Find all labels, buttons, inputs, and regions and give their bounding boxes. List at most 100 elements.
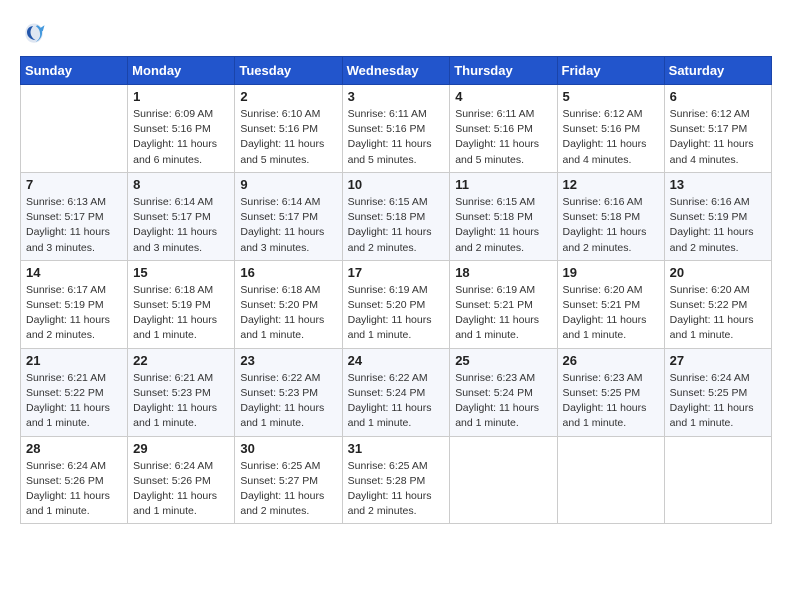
- day-info: Sunrise: 6:19 AMSunset: 5:20 PMDaylight:…: [348, 283, 445, 344]
- day-info: Sunrise: 6:11 AMSunset: 5:16 PMDaylight:…: [455, 107, 551, 168]
- calendar-cell: 28 Sunrise: 6:24 AMSunset: 5:26 PMDayligh…: [21, 436, 128, 524]
- day-number: 5: [563, 89, 659, 104]
- day-number: 30: [240, 441, 336, 456]
- day-number: 28: [26, 441, 122, 456]
- day-number: 18: [455, 265, 551, 280]
- col-header-thursday: Thursday: [450, 57, 557, 85]
- day-number: 26: [563, 353, 659, 368]
- calendar-cell: 10 Sunrise: 6:15 AMSunset: 5:18 PMDayligh…: [342, 172, 450, 260]
- day-info: Sunrise: 6:20 AMSunset: 5:21 PMDaylight:…: [563, 283, 659, 344]
- day-info: Sunrise: 6:19 AMSunset: 5:21 PMDaylight:…: [455, 283, 551, 344]
- day-number: 10: [348, 177, 445, 192]
- day-number: 17: [348, 265, 445, 280]
- calendar-cell: 7 Sunrise: 6:13 AMSunset: 5:17 PMDaylight…: [21, 172, 128, 260]
- day-number: 7: [26, 177, 122, 192]
- calendar-cell: 2Sunrise: 6:10 AMSunset: 5:16 PMDaylight…: [235, 85, 342, 173]
- day-number: 31: [348, 441, 445, 456]
- day-info: Sunrise: 6:13 AMSunset: 5:17 PMDaylight:…: [26, 195, 122, 256]
- calendar-cell: 15Sunrise: 6:18 AMSunset: 5:19 PMDayligh…: [128, 260, 235, 348]
- calendar-cell: 16 Sunrise: 6:18 AMSunset: 5:20 PMDayligh…: [235, 260, 342, 348]
- day-info: Sunrise: 6:23 AMSunset: 5:24 PMDaylight:…: [455, 371, 551, 432]
- calendar-week-row: 14 Sunrise: 6:17 AMSunset: 5:19 PMDayligh…: [21, 260, 772, 348]
- calendar-cell: 14 Sunrise: 6:17 AMSunset: 5:19 PMDayligh…: [21, 260, 128, 348]
- calendar-cell: 5 Sunrise: 6:12 AMSunset: 5:16 PMDaylight…: [557, 85, 664, 173]
- calendar-cell: 1Sunrise: 6:09 AMSunset: 5:16 PMDaylight…: [128, 85, 235, 173]
- calendar-table: SundayMondayTuesdayWednesdayThursdayFrid…: [20, 56, 772, 524]
- day-info: Sunrise: 6:15 AMSunset: 5:18 PMDaylight:…: [455, 195, 551, 256]
- day-info: Sunrise: 6:18 AMSunset: 5:20 PMDaylight:…: [240, 283, 336, 344]
- calendar-week-row: 21 Sunrise: 6:21 AMSunset: 5:22 PMDayligh…: [21, 348, 772, 436]
- calendar-cell: 21 Sunrise: 6:21 AMSunset: 5:22 PMDayligh…: [21, 348, 128, 436]
- day-number: 2: [240, 89, 336, 104]
- day-info: Sunrise: 6:22 AMSunset: 5:23 PMDaylight:…: [240, 371, 336, 432]
- calendar-cell: 6Sunrise: 6:12 AMSunset: 5:17 PMDaylight…: [664, 85, 771, 173]
- calendar-cell: [557, 436, 664, 524]
- day-number: 23: [240, 353, 336, 368]
- day-number: 29: [133, 441, 229, 456]
- day-info: Sunrise: 6:23 AMSunset: 5:25 PMDaylight:…: [563, 371, 659, 432]
- day-number: 14: [26, 265, 122, 280]
- calendar-cell: 19 Sunrise: 6:20 AMSunset: 5:21 PMDayligh…: [557, 260, 664, 348]
- calendar-cell: 9 Sunrise: 6:14 AMSunset: 5:17 PMDaylight…: [235, 172, 342, 260]
- col-header-monday: Monday: [128, 57, 235, 85]
- day-info: Sunrise: 6:24 AMSunset: 5:26 PMDaylight:…: [133, 459, 229, 520]
- calendar-cell: [21, 85, 128, 173]
- day-info: Sunrise: 6:11 AMSunset: 5:16 PMDaylight:…: [348, 107, 445, 168]
- day-info: Sunrise: 6:15 AMSunset: 5:18 PMDaylight:…: [348, 195, 445, 256]
- calendar-cell: [450, 436, 557, 524]
- day-number: 13: [670, 177, 766, 192]
- day-info: Sunrise: 6:12 AMSunset: 5:16 PMDaylight:…: [563, 107, 659, 168]
- calendar-cell: 25 Sunrise: 6:23 AMSunset: 5:24 PMDayligh…: [450, 348, 557, 436]
- day-number: 27: [670, 353, 766, 368]
- calendar-week-row: 1Sunrise: 6:09 AMSunset: 5:16 PMDaylight…: [21, 85, 772, 173]
- calendar-cell: 13 Sunrise: 6:16 AMSunset: 5:19 PMDayligh…: [664, 172, 771, 260]
- day-info: Sunrise: 6:17 AMSunset: 5:19 PMDaylight:…: [26, 283, 122, 344]
- calendar-cell: 8 Sunrise: 6:14 AMSunset: 5:17 PMDaylight…: [128, 172, 235, 260]
- day-number: 8: [133, 177, 229, 192]
- col-header-friday: Friday: [557, 57, 664, 85]
- col-header-saturday: Saturday: [664, 57, 771, 85]
- day-number: 25: [455, 353, 551, 368]
- day-number: 21: [26, 353, 122, 368]
- logo: [20, 20, 52, 48]
- day-number: 4: [455, 89, 551, 104]
- calendar-cell: 27 Sunrise: 6:24 AMSunset: 5:25 PMDayligh…: [664, 348, 771, 436]
- calendar-cell: 12Sunrise: 6:16 AMSunset: 5:18 PMDayligh…: [557, 172, 664, 260]
- day-info: Sunrise: 6:24 AMSunset: 5:25 PMDaylight:…: [670, 371, 766, 432]
- day-info: Sunrise: 6:25 AMSunset: 5:27 PMDaylight:…: [240, 459, 336, 520]
- day-info: Sunrise: 6:18 AMSunset: 5:19 PMDaylight:…: [133, 283, 229, 344]
- calendar-header-row: SundayMondayTuesdayWednesdayThursdayFrid…: [21, 57, 772, 85]
- day-number: 19: [563, 265, 659, 280]
- calendar-cell: 4 Sunrise: 6:11 AMSunset: 5:16 PMDaylight…: [450, 85, 557, 173]
- calendar-cell: [664, 436, 771, 524]
- calendar-cell: 18 Sunrise: 6:19 AMSunset: 5:21 PMDayligh…: [450, 260, 557, 348]
- calendar-week-row: 28 Sunrise: 6:24 AMSunset: 5:26 PMDayligh…: [21, 436, 772, 524]
- calendar-cell: 17 Sunrise: 6:19 AMSunset: 5:20 PMDayligh…: [342, 260, 450, 348]
- day-info: Sunrise: 6:16 AMSunset: 5:19 PMDaylight:…: [670, 195, 766, 256]
- calendar-cell: 24 Sunrise: 6:22 AMSunset: 5:24 PMDayligh…: [342, 348, 450, 436]
- day-info: Sunrise: 6:14 AMSunset: 5:17 PMDaylight:…: [240, 195, 336, 256]
- calendar-cell: 26 Sunrise: 6:23 AMSunset: 5:25 PMDayligh…: [557, 348, 664, 436]
- day-info: Sunrise: 6:22 AMSunset: 5:24 PMDaylight:…: [348, 371, 445, 432]
- day-number: 3: [348, 89, 445, 104]
- day-number: 22: [133, 353, 229, 368]
- day-number: 6: [670, 89, 766, 104]
- day-number: 16: [240, 265, 336, 280]
- logo-icon: [20, 20, 48, 48]
- day-info: Sunrise: 6:24 AMSunset: 5:26 PMDaylight:…: [26, 459, 122, 520]
- calendar-week-row: 7 Sunrise: 6:13 AMSunset: 5:17 PMDaylight…: [21, 172, 772, 260]
- day-info: Sunrise: 6:21 AMSunset: 5:23 PMDaylight:…: [133, 371, 229, 432]
- day-info: Sunrise: 6:25 AMSunset: 5:28 PMDaylight:…: [348, 459, 445, 520]
- day-number: 1: [133, 89, 229, 104]
- day-number: 9: [240, 177, 336, 192]
- day-number: 12: [563, 177, 659, 192]
- day-info: Sunrise: 6:14 AMSunset: 5:17 PMDaylight:…: [133, 195, 229, 256]
- calendar-cell: 11 Sunrise: 6:15 AMSunset: 5:18 PMDayligh…: [450, 172, 557, 260]
- calendar-cell: 23 Sunrise: 6:22 AMSunset: 5:23 PMDayligh…: [235, 348, 342, 436]
- day-number: 20: [670, 265, 766, 280]
- day-number: 11: [455, 177, 551, 192]
- col-header-tuesday: Tuesday: [235, 57, 342, 85]
- calendar-cell: 31 Sunrise: 6:25 AMSunset: 5:28 PMDayligh…: [342, 436, 450, 524]
- day-info: Sunrise: 6:21 AMSunset: 5:22 PMDaylight:…: [26, 371, 122, 432]
- day-number: 24: [348, 353, 445, 368]
